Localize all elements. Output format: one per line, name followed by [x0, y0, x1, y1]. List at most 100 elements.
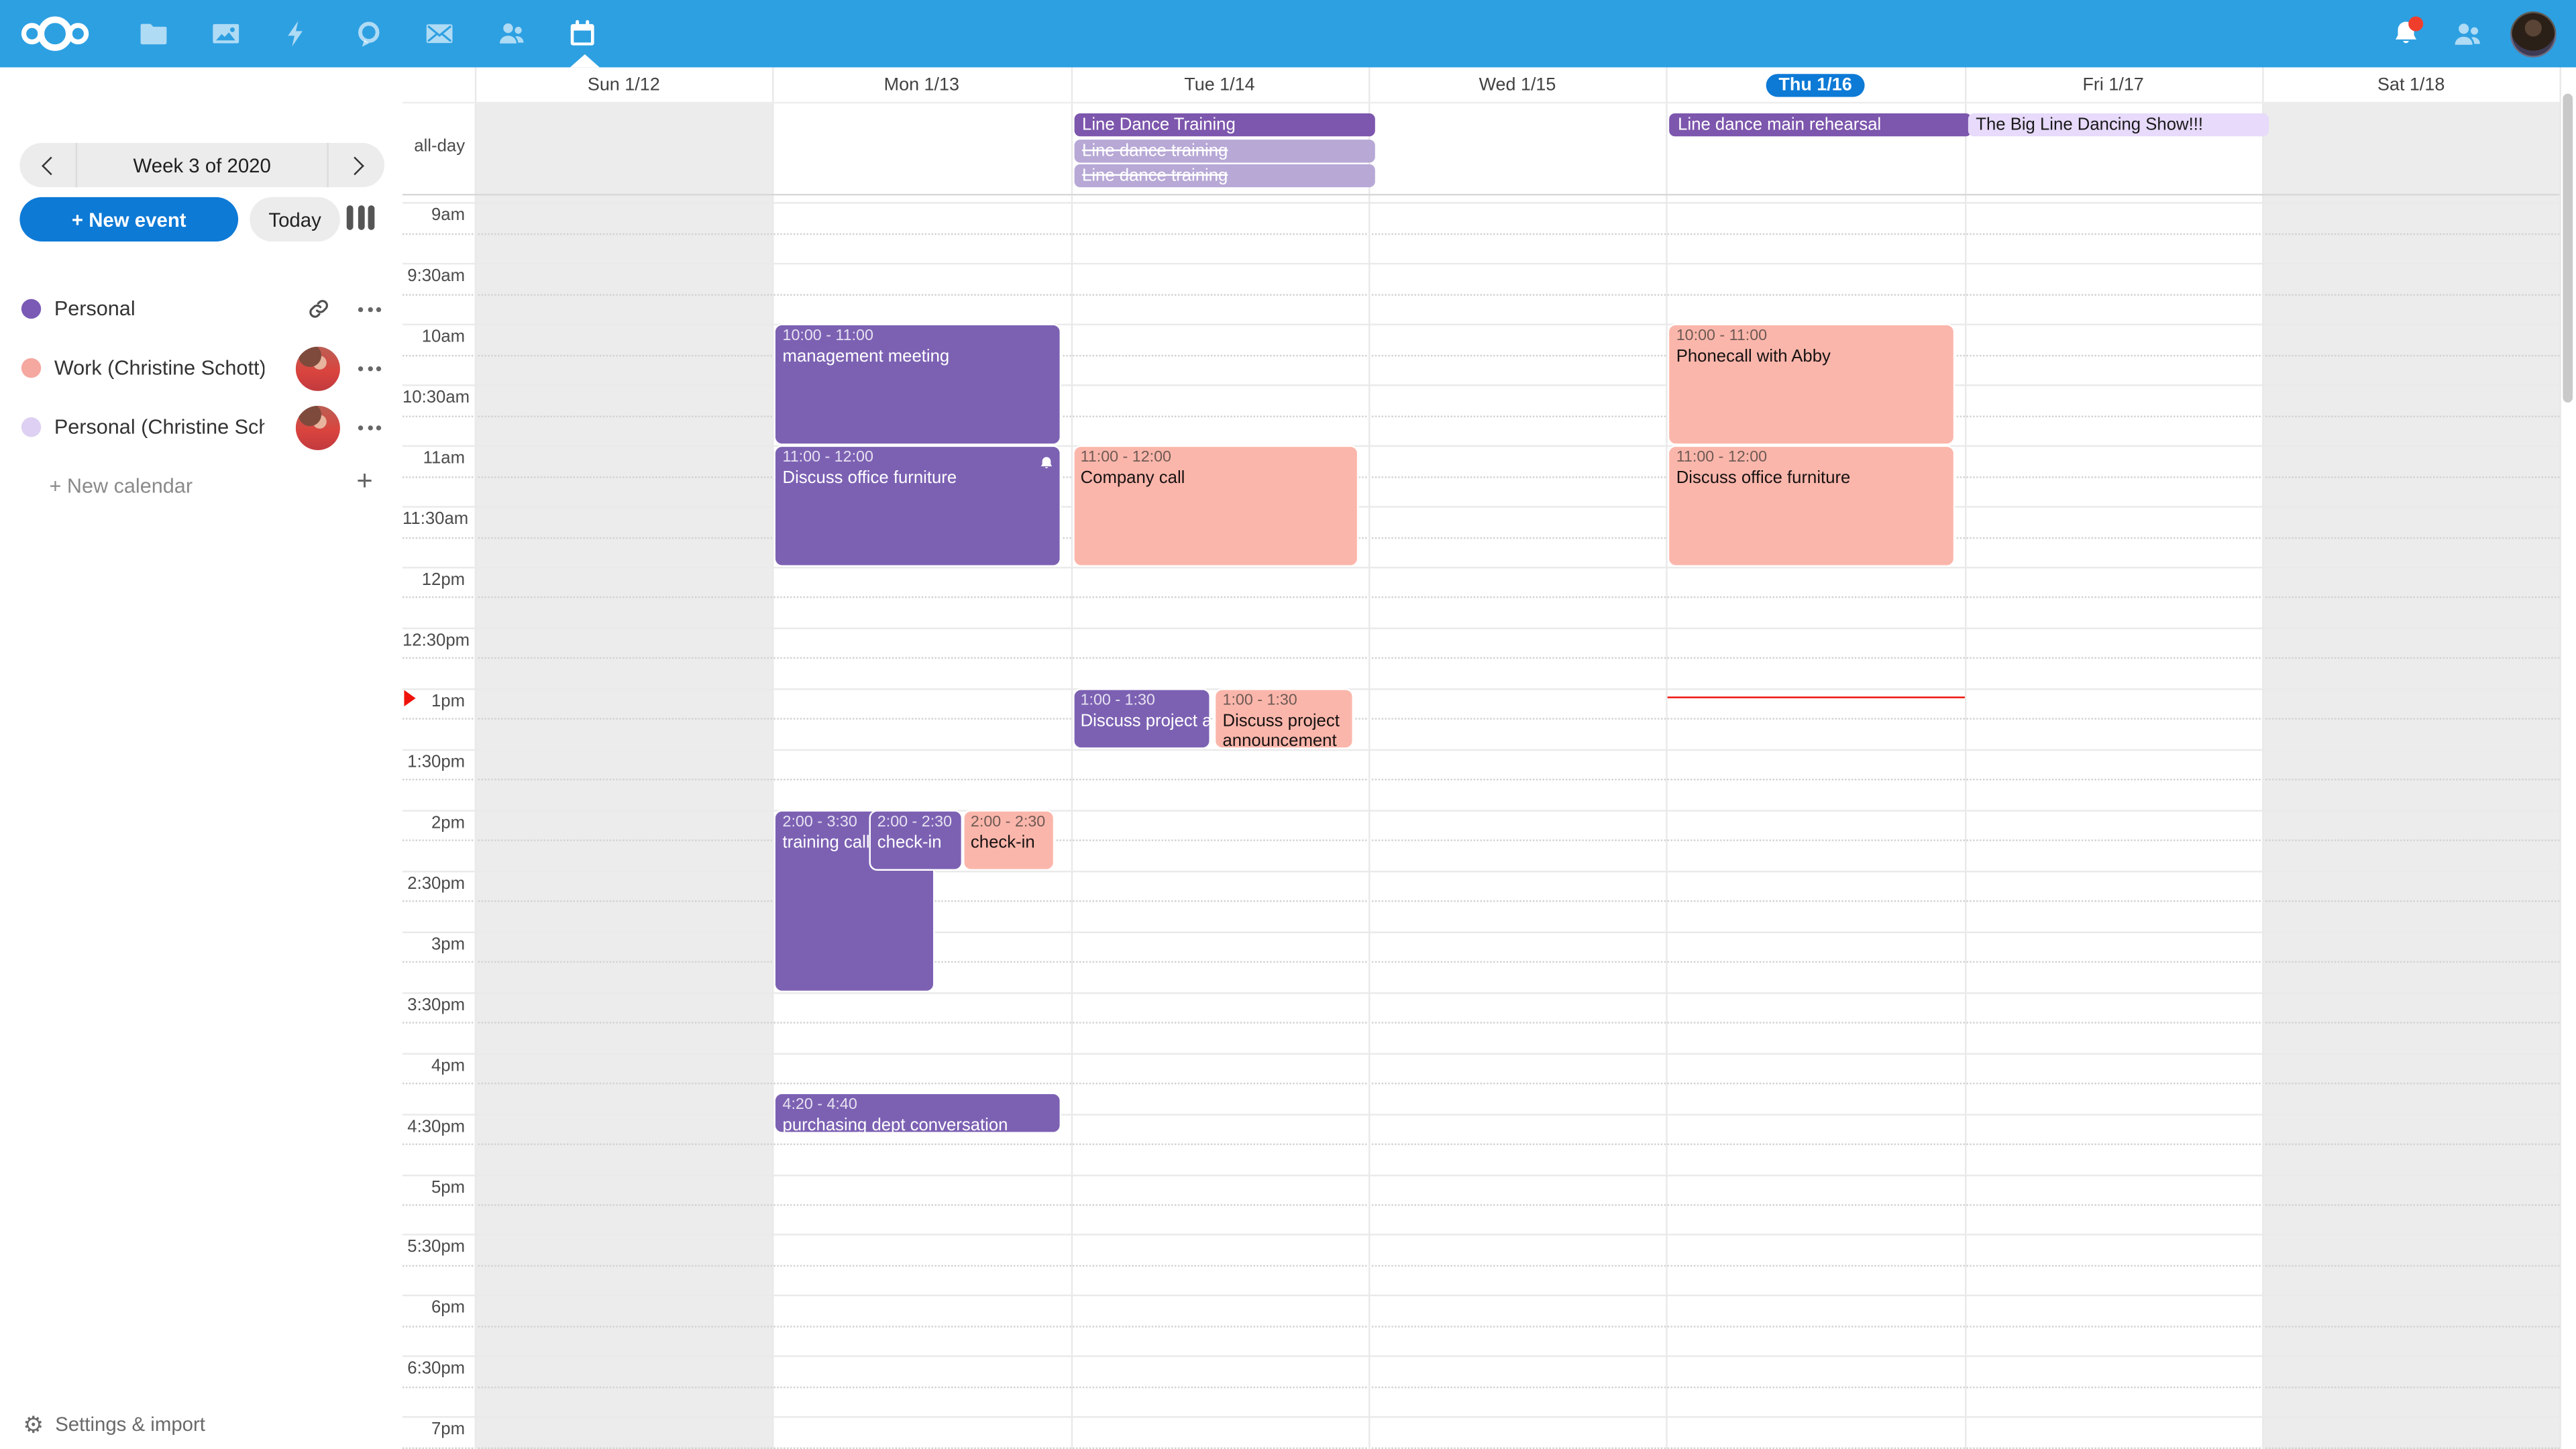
day-header[interactable]: Mon 1/13: [773, 67, 1071, 101]
time-axis-label: 10:30am: [402, 388, 465, 407]
weekend-shading: [475, 102, 773, 1449]
time-grid-line: [402, 506, 2560, 507]
calendar-actions-menu-icon[interactable]: [355, 415, 384, 439]
time-grid-line: [402, 1204, 2560, 1205]
time-grid-line: [402, 263, 2560, 264]
event-title: Discuss project announcement: [1081, 711, 1202, 732]
time-axis-label: 11am: [402, 449, 465, 468]
calendar-list-item[interactable]: Work (Christine Schott): [0, 340, 402, 396]
calendar-actions-menu-icon[interactable]: [355, 297, 384, 321]
weekend-shading: [2262, 102, 2560, 1449]
calendar-event[interactable]: 10:00 - 11:00Phonecall with Abby: [1668, 324, 1955, 445]
day-column-border: [2560, 67, 2561, 1449]
new-event-button[interactable]: + New event: [19, 197, 238, 241]
day-header-today[interactable]: Thu 1/16: [1666, 67, 1964, 101]
calendar-event[interactable]: 4:20 - 4:40purchasing dept conversation: [774, 1093, 1061, 1133]
view-switcher-button[interactable]: [347, 205, 375, 230]
day-header[interactable]: Tue 1/14: [1071, 67, 1368, 101]
event-title: check-in: [971, 833, 1046, 853]
event-time: 10:00 - 11:00: [783, 327, 1054, 347]
calendar-event[interactable]: 2:00 - 2:30check-in: [963, 810, 1055, 870]
plus-icon[interactable]: +: [356, 465, 372, 498]
calendar-list-item[interactable]: Personal: [0, 281, 402, 337]
today-button[interactable]: Today: [250, 197, 340, 241]
day-column-border: [475, 67, 476, 1449]
new-calendar-button[interactable]: + New calendar: [49, 475, 193, 498]
time-grid-line: [402, 1265, 2560, 1267]
day-header[interactable]: Sat 1/18: [2262, 67, 2560, 101]
all-day-label: all-day: [402, 136, 465, 156]
calendar-color-dot: [21, 299, 41, 319]
event-title: management meeting: [783, 347, 1054, 368]
notification-dot: [2408, 15, 2423, 30]
calendar-list-item[interactable]: Personal (Christine Scho...: [0, 399, 402, 455]
share-link-icon[interactable]: [296, 286, 340, 331]
calendar-name: Personal (Christine Scho...: [54, 416, 264, 439]
calendar-event[interactable]: 10:00 - 11:00management meeting: [774, 324, 1061, 445]
contacts-icon[interactable]: [476, 0, 547, 67]
time-grid-line: [402, 1053, 2560, 1054]
event-time: 1:00 - 1:30: [1081, 692, 1202, 711]
reminder-bell-icon: [1038, 450, 1055, 466]
contacts-menu-icon[interactable]: [2448, 14, 2487, 54]
time-grid-line: [402, 1174, 2560, 1175]
event-title: Discuss project announcement: [1223, 711, 1345, 749]
calendar-event[interactable]: 11:00 - 12:00Discuss office furniture: [774, 445, 1061, 567]
day-header[interactable]: Fri 1/17: [1964, 67, 2262, 101]
day-header[interactable]: Sun 1/12: [475, 67, 773, 101]
time-axis-label: 9am: [402, 206, 465, 225]
calendar-event[interactable]: 1:00 - 1:30Discuss project announcement: [1214, 688, 1353, 749]
calendar-event[interactable]: 11:00 - 12:00Company call: [1072, 445, 1359, 567]
day-column-border: [1368, 67, 1370, 1449]
time-axis-label: 1:30pm: [402, 752, 465, 771]
settings-label: Settings & import: [55, 1413, 205, 1436]
day-header[interactable]: Wed 1/15: [1368, 67, 1666, 101]
all-day-event[interactable]: Line dance training: [1074, 140, 1375, 162]
vertical-scrollbar[interactable]: [2563, 94, 2573, 402]
notifications-bell-icon[interactable]: [2385, 14, 2425, 54]
time-axis-label: 10am: [402, 327, 465, 347]
next-week-button[interactable]: [327, 143, 384, 187]
talk-icon[interactable]: [333, 0, 405, 67]
all-day-event[interactable]: The Big Line Dancing Show!!!: [1968, 114, 2269, 137]
event-title: Company call: [1081, 468, 1352, 489]
week-navigation: Week 3 of 2020: [19, 143, 384, 187]
event-time: 10:00 - 11:00: [1676, 327, 1947, 347]
day-column-border: [1964, 67, 1966, 1449]
time-axis-label: 7pm: [402, 1420, 465, 1440]
calendar-event[interactable]: 11:00 - 12:00Discuss office furniture: [1668, 445, 1955, 567]
time-grid-line: [402, 718, 2560, 720]
time-grid-line: [402, 445, 2560, 447]
day-column-border: [2262, 67, 2263, 1449]
time-grid-line: [402, 749, 2560, 750]
week-label[interactable]: Week 3 of 2020: [77, 154, 327, 176]
nextcloud-logo[interactable]: [21, 13, 101, 54]
mail-icon[interactable]: [404, 0, 476, 67]
settings-import-button[interactable]: ⚙ Settings & import: [23, 1413, 205, 1436]
activity-icon[interactable]: [261, 0, 333, 67]
today-pill: Thu 1/16: [1766, 73, 1865, 96]
time-grid-line: [402, 688, 2560, 690]
time-grid-line: [402, 1113, 2560, 1114]
time-grid-line: [402, 415, 2560, 417]
event-time: 2:00 - 2:30: [971, 813, 1046, 833]
photos-icon[interactable]: [190, 0, 262, 67]
time-grid-line: [402, 1295, 2560, 1297]
event-title: Discuss office furniture: [783, 468, 1054, 489]
event-time: 4:20 - 4:40: [783, 1096, 1054, 1116]
calendar-actions-menu-icon[interactable]: [355, 356, 384, 380]
time-grid-line: [402, 870, 2560, 871]
time-axis-label: 5pm: [402, 1177, 465, 1197]
user-avatar[interactable]: [2510, 11, 2557, 57]
time-grid-line: [402, 476, 2560, 477]
calendar-event[interactable]: 2:00 - 2:30check-in: [869, 810, 963, 870]
event-time: 11:00 - 12:00: [1676, 449, 1947, 468]
previous-week-button[interactable]: [19, 143, 77, 187]
all-day-event[interactable]: Line dance main rehearsal: [1670, 114, 1971, 137]
header-separator: [402, 102, 2560, 103]
files-icon[interactable]: [118, 0, 190, 67]
time-axis-label: 3:30pm: [402, 995, 465, 1014]
calendar-event[interactable]: 1:00 - 1:30Discuss project announcement: [1072, 688, 1210, 749]
all-day-event[interactable]: Line Dance Training: [1074, 114, 1375, 137]
all-day-event[interactable]: Line dance training: [1074, 165, 1375, 188]
